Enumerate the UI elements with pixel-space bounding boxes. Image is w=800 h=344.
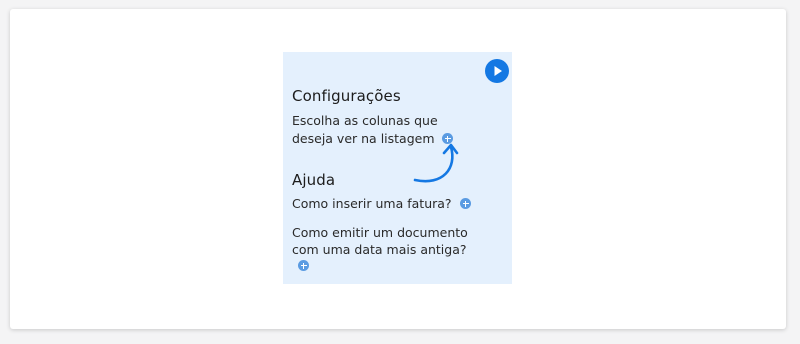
play-button[interactable]	[485, 59, 509, 83]
settings-title: Configurações	[292, 87, 401, 105]
plus-circle-icon[interactable]	[460, 198, 471, 209]
help-title: Ajuda	[292, 171, 336, 189]
settings-description-line1: Escolha as colunas que	[292, 113, 438, 128]
plus-circle-icon[interactable]	[298, 260, 309, 271]
play-icon	[494, 66, 502, 76]
help-item-older-document-line1[interactable]: Como emitir um documento	[292, 224, 468, 242]
curved-arrow-icon	[413, 143, 459, 183]
help-item-insert-invoice[interactable]: Como inserir uma fatura?	[292, 195, 452, 213]
help-item-older-document-line2[interactable]: com uma data mais antiga?	[292, 241, 467, 259]
